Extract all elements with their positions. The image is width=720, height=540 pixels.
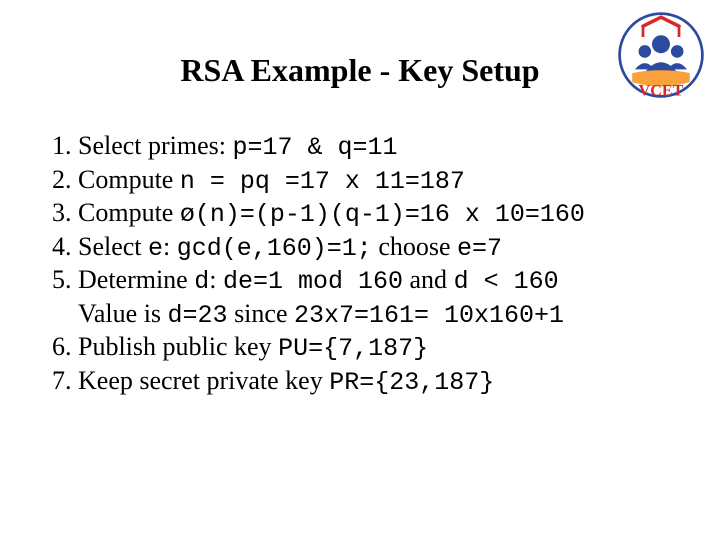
step-text: :: [163, 232, 177, 261]
step-code: d: [194, 267, 209, 296]
step-text: Value is: [78, 299, 168, 328]
step-text: Determine: [78, 265, 194, 294]
step-code: de=1 mod 160: [223, 267, 403, 296]
step-text: Select: [78, 232, 148, 261]
step-code: 23x7=161= 10x160+1: [294, 301, 564, 330]
step-5: Determine d: de=1 mod 160 and d < 160 Va…: [78, 264, 690, 331]
step-7: Keep secret private key PR={23,187}: [78, 365, 690, 399]
step-1: Select primes: p=17 & q=11: [78, 130, 690, 164]
step-code: d=23: [168, 301, 228, 330]
step-code: p=17 & q=11: [233, 133, 398, 162]
step-3: Compute ø(n)=(p-1)(q-1)=16 x 10=160: [78, 197, 690, 231]
slide-title: RSA Example - Key Setup: [0, 52, 720, 89]
step-text: choose: [372, 232, 457, 261]
step-code: ø(n)=(p-1)(q-1)=16 x 10=160: [180, 200, 585, 229]
step-code: n = pq =17 x 11=187: [180, 167, 465, 196]
step-2: Compute n = pq =17 x 11=187: [78, 164, 690, 198]
step-code: gcd(e,160)=1;: [177, 234, 372, 263]
steps-list: Select primes: p=17 & q=11 Compute n = p…: [36, 130, 690, 398]
step-text: Compute: [78, 165, 180, 194]
slide-content: Select primes: p=17 & q=11 Compute n = p…: [36, 130, 690, 398]
step-text: :: [209, 265, 223, 294]
step-code: PU={7,187}: [278, 334, 428, 363]
step-code: e=7: [457, 234, 502, 263]
slide: VCET RSA Example - Key Setup Select prim…: [0, 0, 720, 540]
step-text: and: [403, 265, 454, 294]
step-code: d < 160: [454, 267, 559, 296]
step-text: Select primes:: [78, 131, 233, 160]
step-4: Select e: gcd(e,160)=1; choose e=7: [78, 231, 690, 265]
step-code: e: [148, 234, 163, 263]
step-text: Publish public key: [78, 332, 278, 361]
step-text: Keep secret private key: [78, 366, 329, 395]
step-text: since: [228, 299, 294, 328]
step-6: Publish public key PU={7,187}: [78, 331, 690, 365]
step-code: PR={23,187}: [329, 368, 494, 397]
step-text: Compute: [78, 198, 180, 227]
step-5-line2: Value is d=23 since 23x7=161= 10x160+1: [78, 298, 690, 332]
